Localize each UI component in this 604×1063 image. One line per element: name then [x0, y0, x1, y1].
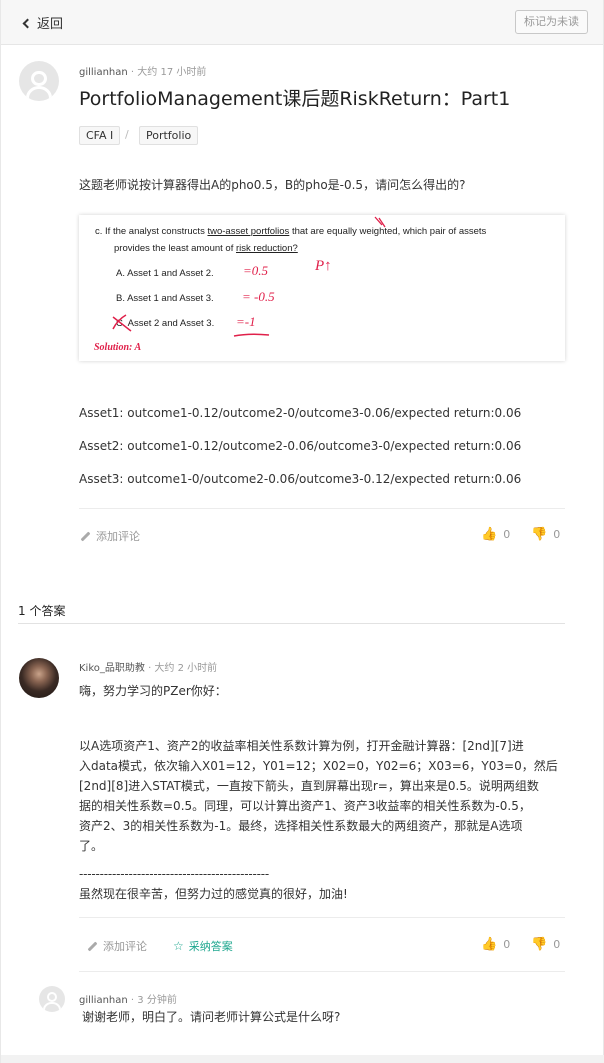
divider	[79, 508, 565, 509]
back-button[interactable]: 返回	[22, 13, 64, 32]
thumbs-down-icon: 👎	[531, 527, 548, 542]
mark-unread-button[interactable]: 标记为未读	[515, 10, 588, 34]
answer-line: 据的相关性系数=0.5。同理，可以计算出资产1、资产3收益率的相关性系数为-0.…	[79, 799, 531, 813]
top-bar: 返回 标记为未读	[1, 0, 603, 45]
answer-dislike-button[interactable]: 👎 0	[531, 937, 560, 952]
answer-author[interactable]: Kiko_品职助教	[79, 663, 145, 674]
reply-time: · 3 分钟前	[130, 995, 177, 1006]
question-author[interactable]: gillianhan	[79, 67, 128, 78]
question-meta: gillianhan · 大约 17 小时前	[79, 63, 206, 78]
reply-meta: gillianhan · 3 分钟前	[79, 991, 177, 1006]
star-icon: ☆	[173, 939, 184, 953]
reply-author[interactable]: gillianhan	[79, 995, 128, 1006]
question-title: PortfolioManagement课后题RiskReturn：Part1	[79, 88, 511, 110]
add-comment-label: 添加评论	[96, 530, 140, 543]
asset-line: Asset2: outcome1-0.12/outcome2-0.06/outc…	[79, 439, 522, 453]
question-like-button[interactable]: 👍 0	[481, 527, 510, 542]
user-body-icon	[43, 1002, 61, 1012]
tag-separator: /	[125, 128, 129, 141]
answer-line: [2nd][8]进入STAT模式，一直按下箭头，直到屏幕出现r=，算出来是0.5…	[79, 779, 539, 793]
answer-closing: 虽然现在很辛苦，但努力过的感觉真的很好，加油!	[79, 887, 348, 901]
tag-cfa[interactable]: CFA I	[79, 126, 121, 145]
answer-line: 了。	[79, 839, 104, 853]
question-body: 这题老师说按计算器得出A的pho0.5，B的pho是-0.5，请问怎么得出的?	[79, 178, 466, 192]
question-time: · 大约 17 小时前	[130, 67, 207, 78]
answer-time: · 大约 2 小时前	[148, 663, 218, 674]
divider	[79, 971, 565, 972]
question-dislike-button[interactable]: 👎 0	[531, 527, 560, 542]
add-comment-label: 添加评论	[103, 940, 147, 953]
user-head-icon	[31, 70, 47, 86]
like-count: 0	[503, 528, 511, 541]
answer-line: 资产2、3的相关性系数为-1。最终，选择相关性系数最大的两组资产，那就是A选项	[79, 819, 523, 833]
answers-count: 1 个答案	[18, 604, 66, 618]
chevron-left-icon	[22, 18, 33, 28]
like-count: 0	[503, 938, 511, 951]
reply-body: 谢谢老师，明白了。请问老师计算公式是什么呀?	[82, 1010, 341, 1024]
user-body-icon	[25, 85, 53, 101]
thumbs-up-icon: 👍	[481, 937, 498, 952]
answer-line: 入data模式，依次输入X01=12，Y01=12；X02=0，Y02=6；X0…	[79, 759, 558, 773]
avatar[interactable]	[19, 61, 59, 101]
user-head-icon	[47, 992, 57, 1003]
avatar[interactable]	[19, 658, 59, 698]
asset-line: Asset3: outcome1-0/outcome2-0.06/outcome…	[79, 472, 522, 486]
answer-meta: Kiko_品职助教 · 大约 2 小时前	[79, 659, 217, 674]
back-label: 返回	[37, 17, 64, 32]
thumbs-up-icon: 👍	[481, 527, 498, 542]
handwriting-marks	[112, 216, 386, 337]
asset-line: Asset1: outcome1-0.12/outcome2-0/outcome…	[79, 406, 522, 420]
question-add-comment-button[interactable]: 添加评论	[80, 528, 140, 544]
page: 返回 标记为未读 gillianhan · 大约 17 小时前 Portfoli…	[0, 0, 604, 1063]
divider	[79, 917, 565, 918]
pencil-icon	[87, 941, 98, 951]
accept-answer-button[interactable]: ☆ 采纳答案	[173, 938, 233, 954]
answer-add-comment-button[interactable]: 添加评论	[87, 938, 147, 954]
answer-body: 以A选项资产1、资产2的收益率相关性系数计算为例，打开金融计算器：[2nd][7…	[79, 736, 569, 856]
accept-label: 采纳答案	[188, 940, 233, 953]
answer-like-button[interactable]: 👍 0	[481, 937, 510, 952]
answer-dash-line: ----------------------------------------…	[79, 867, 269, 881]
bottom-band	[1, 1055, 604, 1063]
solution-label: Solution: A	[94, 342, 142, 353]
divider	[18, 623, 565, 624]
dislike-count: 0	[553, 528, 561, 541]
tag-portfolio[interactable]: Portfolio	[139, 126, 199, 145]
thumbs-down-icon: 👎	[531, 937, 548, 952]
dislike-count: 0	[553, 938, 561, 951]
avatar[interactable]	[39, 986, 65, 1012]
answer-line: 以A选项资产1、资产2的收益率相关性系数计算为例，打开金融计算器：[2nd][7…	[79, 739, 524, 753]
answer-greeting: 嗨，努力学习的PZer你好：	[79, 684, 227, 698]
question-image[interactable]: c. If the analyst constructs two-asset p…	[79, 215, 565, 361]
pencil-icon	[80, 531, 91, 541]
